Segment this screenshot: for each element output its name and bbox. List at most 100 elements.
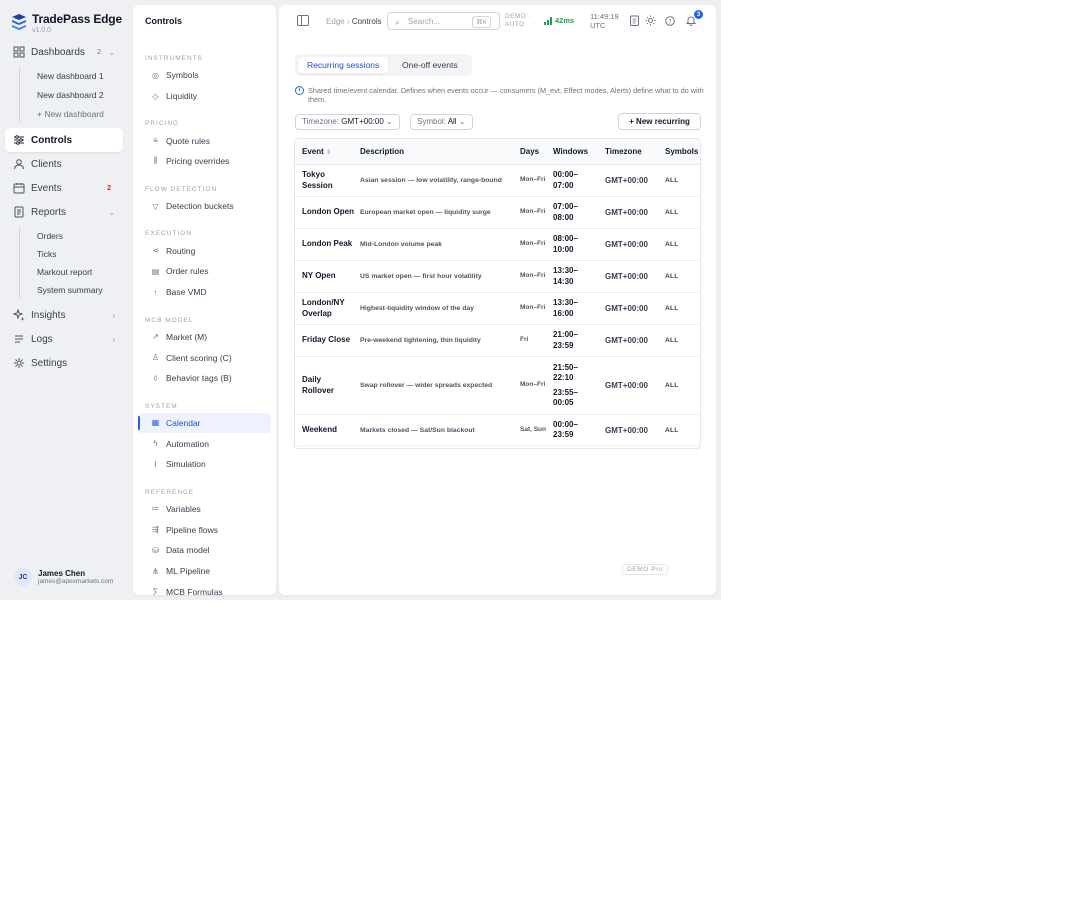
table-header: Event ⇕ Description Days Windows Timezon… bbox=[295, 139, 700, 165]
controls-item-label: Variables bbox=[166, 503, 201, 514]
theme-sun-icon[interactable] bbox=[645, 15, 656, 26]
sub-item-dashboard[interactable]: New dashboard 1 bbox=[37, 67, 107, 85]
column-header-event[interactable]: Event ⇕ bbox=[302, 139, 331, 165]
report-icon bbox=[14, 206, 24, 218]
time-window: 21:00–23:59 bbox=[553, 330, 578, 350]
controls-item-ml-pipeline[interactable]: ⋔ ML Pipeline bbox=[138, 561, 271, 582]
sidebar-toggle-icon[interactable] bbox=[297, 15, 309, 26]
controls-item-pricing-overrides[interactable]: ⫼ Pricing overrides bbox=[138, 151, 271, 172]
event-timezone: GMT+00:00 bbox=[605, 176, 648, 185]
nav-item-events[interactable]: Events 2 bbox=[5, 176, 123, 200]
table-row[interactable]: Weekend Markets closed — Sat/Sun blackout… bbox=[295, 415, 700, 446]
event-description: European market open — liquidity surge bbox=[360, 197, 508, 228]
breadcrumb-root[interactable]: Edge bbox=[326, 17, 345, 26]
sub-item-dashboard[interactable]: New dashboard 2 bbox=[37, 86, 107, 104]
coin-icon: ◎ bbox=[152, 70, 159, 80]
symbol-filter-label: Symbol: bbox=[417, 117, 446, 126]
controls-item-automation[interactable]: ϟ Automation bbox=[138, 433, 271, 454]
count-badge: 2 bbox=[97, 48, 101, 56]
controls-item-order-rules[interactable]: ▤ Order rules bbox=[138, 261, 271, 282]
controls-item-pipeline-flows[interactable]: ⇶ Pipeline flows bbox=[138, 519, 271, 540]
controls-item-simulation[interactable]: ⌇ Simulation bbox=[138, 454, 271, 475]
column-header-label: Event bbox=[302, 147, 324, 156]
chevron-down-icon[interactable]: ⌄ bbox=[108, 48, 115, 57]
event-description-text: Markets closed — Sat/Sun blackout bbox=[360, 426, 475, 434]
sort-icon: ⇕ bbox=[326, 150, 332, 156]
sub-item-markout-report[interactable]: Markout report bbox=[37, 263, 107, 281]
controls-item-routing[interactable]: ⋖ Routing bbox=[138, 240, 271, 261]
nav-item-logs[interactable]: Logs › bbox=[5, 327, 123, 351]
user-email: james@apexmarkets.com bbox=[38, 578, 114, 585]
sub-item-ticks[interactable]: Ticks bbox=[37, 245, 107, 263]
tab-one-off-events[interactable]: One-off events bbox=[393, 57, 467, 73]
event-days: Mon–Fri bbox=[520, 381, 546, 389]
controls-item-label: Pricing overrides bbox=[166, 156, 230, 167]
search-icon: ⌕ bbox=[395, 17, 401, 27]
routing-icon: ⋖ bbox=[152, 246, 159, 256]
controls-item-label: Calendar bbox=[166, 417, 201, 428]
controls-item-variables[interactable]: ≔ Variables bbox=[138, 499, 271, 520]
search-placeholder: Search... bbox=[408, 17, 441, 26]
avatar: JC bbox=[14, 568, 32, 586]
section-label: INSTRUMENTS bbox=[145, 55, 203, 62]
user-profile[interactable]: JC James Chen james@apexmarkets.com bbox=[14, 568, 113, 586]
clipboard-icon[interactable] bbox=[629, 15, 640, 26]
controls-item-detection-buckets[interactable]: ▽ Detection buckets bbox=[138, 196, 271, 217]
tab-recurring-sessions[interactable]: Recurring sessions bbox=[298, 57, 389, 73]
controls-item-calendar[interactable]: ▦ Calendar bbox=[138, 412, 271, 434]
app-window: TradePass Edge v1.0.0 Dashboards 2 ⌄ New… bbox=[0, 0, 721, 600]
controls-item-quote-rules[interactable]: ≡ Quote rules bbox=[138, 130, 271, 151]
controls-item-symbols[interactable]: ◎ Symbols bbox=[138, 65, 271, 86]
controls-item-label: Liquidity bbox=[166, 91, 198, 102]
table-row[interactable]: Friday Close Pre-weekend tightening, thin… bbox=[295, 325, 700, 357]
table-row[interactable]: NY Open US market open — first hour volat… bbox=[295, 261, 700, 293]
table-row[interactable]: London/NY Overlap Highest-liquidity windo… bbox=[295, 293, 700, 325]
clock-timezone: UTC bbox=[590, 21, 606, 30]
events-badge: 2 bbox=[107, 184, 111, 192]
table-row[interactable]: London Open European market open — liquid… bbox=[295, 197, 700, 229]
controls-item-client-scoring-c[interactable]: ♙ Client scoring (C) bbox=[138, 347, 271, 368]
event-days: Mon–Fri bbox=[520, 176, 546, 184]
controls-item-base-vmd[interactable]: ↑ Base VMD bbox=[138, 282, 271, 303]
event-symbols: ALL bbox=[665, 305, 679, 312]
symbol-filter[interactable]: Symbol: All ⌄ bbox=[410, 114, 473, 130]
controls-item-data-model[interactable]: ⛁ Data model bbox=[138, 540, 271, 561]
event-description: Mid-London volume peak bbox=[360, 229, 508, 260]
controls-item-liquidity[interactable]: ◇ Liquidity bbox=[138, 86, 271, 107]
chevron-down-icon[interactable]: ⌄ bbox=[108, 208, 115, 217]
controls-item-market-m[interactable]: ↗ Market (M) bbox=[138, 327, 271, 348]
column-header-description: Description bbox=[360, 147, 405, 156]
nav-item-settings[interactable]: Settings bbox=[5, 351, 123, 375]
new-dashboard-link[interactable]: + New dashboard bbox=[37, 105, 117, 123]
tag-icon: ◊ bbox=[153, 373, 158, 383]
nav-item-insights[interactable]: Insights › bbox=[5, 303, 123, 327]
new-recurring-button[interactable]: + New recurring bbox=[618, 113, 701, 130]
chevron-right-icon[interactable]: › bbox=[112, 335, 115, 344]
time-window: 00:00–23:59 bbox=[553, 419, 578, 440]
sub-item-orders[interactable]: Orders bbox=[37, 227, 107, 245]
event-description-text: European market open — liquidity surge bbox=[360, 209, 491, 216]
table-row[interactable]: London Peak Mid-London volume peak Mon–Fri… bbox=[295, 229, 700, 261]
table-row[interactable]: Daily Rollover Swap rollover — wider spre… bbox=[295, 357, 700, 415]
controls-item-label: Client scoring (C) bbox=[166, 352, 232, 363]
droplet-icon: ◇ bbox=[152, 91, 159, 101]
sub-item-system-summary[interactable]: System summary bbox=[37, 281, 117, 299]
nav-item-dashboards[interactable]: Dashboards 2 ⌄ bbox=[5, 40, 123, 64]
nav-item-reports[interactable]: Reports ⌄ bbox=[5, 200, 123, 224]
timezone-filter[interactable]: Timezone: GMT+00:00 ⌄ bbox=[295, 114, 400, 130]
chevron-right-icon[interactable]: › bbox=[112, 311, 115, 320]
search-input[interactable]: ⌕ Search... ⌘K bbox=[387, 12, 500, 30]
controls-item-mcb-formulas[interactable]: ∑ MCB Formulas bbox=[138, 581, 271, 595]
sliders-icon: ⫼ bbox=[153, 156, 158, 166]
table-row[interactable]: Tokyo Session Asian session — low volatil… bbox=[295, 165, 700, 197]
symbol-filter-value: All bbox=[447, 117, 457, 126]
nav-item-clients[interactable]: Clients bbox=[5, 152, 123, 176]
event-timezone: GMT+00:00 bbox=[605, 208, 648, 217]
event-windows: 08:00–10:00 bbox=[553, 229, 597, 260]
help-icon[interactable]: ? bbox=[664, 15, 675, 26]
controls-item-behavior-tags-b[interactable]: ◊ Behavior tags (B) bbox=[138, 368, 271, 389]
event-days: Mon–Fri bbox=[520, 208, 546, 216]
formula-icon: ∑ bbox=[152, 587, 159, 595]
nav-item-controls[interactable]: Controls bbox=[5, 128, 123, 152]
